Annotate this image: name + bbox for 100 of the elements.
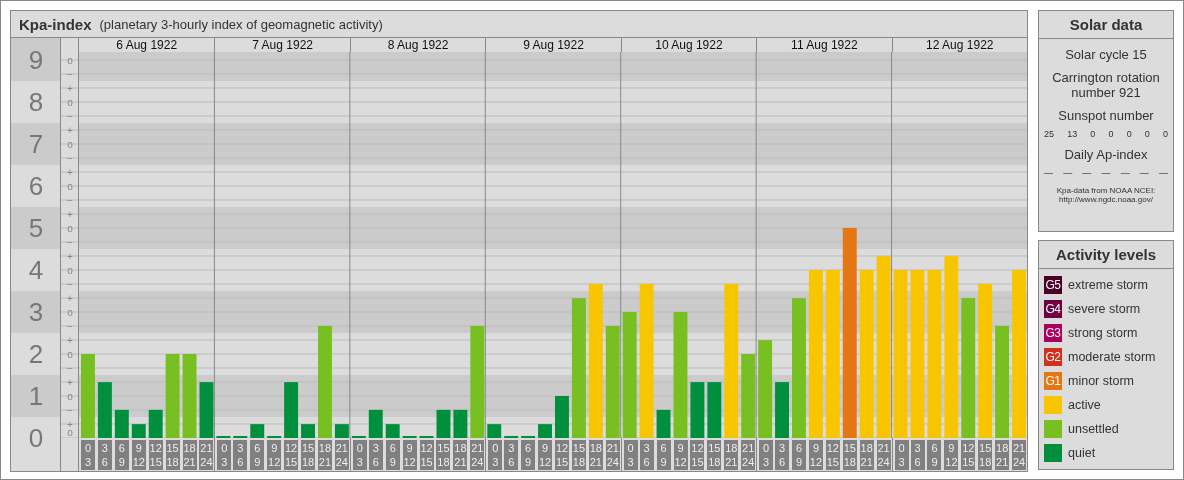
time-slot-label: 15 18	[436, 440, 451, 470]
time-slot-label: 18 21	[588, 440, 603, 470]
time-slot-label: 0 3	[81, 440, 95, 470]
time-slot-label: 0 3	[488, 440, 503, 470]
kp-bar	[656, 409, 671, 438]
time-slot-label: 15 18	[978, 440, 993, 470]
y-tick-label: 6	[28, 171, 44, 201]
storm-level-badge: G5	[1044, 276, 1062, 294]
time-slot-label: 9 12	[131, 440, 146, 470]
time-slot-label: 9 12	[944, 440, 959, 470]
minor-tick-label: o	[67, 265, 73, 276]
axis-band	[11, 207, 61, 249]
storm-level-badge: G3	[1044, 324, 1062, 342]
time-slot-label: 21 24	[741, 440, 756, 470]
time-slot-label: 9 12	[808, 440, 823, 470]
time-slot-label: 6 9	[792, 440, 807, 470]
minor-tick-label: −	[67, 153, 73, 164]
kp-bar	[487, 424, 502, 438]
time-slot-label: 18 21	[724, 440, 739, 470]
kp-bar	[538, 424, 552, 438]
data-source-note: Kpa-data from NOAA NCEI: http://www.ngdc.noaa.gov/	[1055, 186, 1157, 204]
time-slot-label: 9 12	[402, 440, 417, 470]
kp-bar	[368, 409, 383, 438]
kp-bar	[250, 424, 265, 438]
chart-subtitle: (planetary 3-hourly index of geomagnetic activity)	[99, 16, 383, 32]
time-slot-label: 9 12	[673, 440, 688, 470]
time-slot-label: 0 3	[759, 440, 774, 470]
legend-label: extreme storm	[1068, 278, 1148, 292]
time-slot-label: 18 21	[859, 440, 874, 470]
axis-band	[11, 375, 61, 417]
storm-level-badge: G1	[1044, 372, 1062, 390]
minor-tick-label: o	[67, 391, 73, 402]
sunspot-value: 0	[1144, 129, 1150, 139]
time-slot-label: 12 15	[825, 440, 840, 470]
sunspot-value: 0	[1090, 129, 1096, 139]
panel-title: Solar data	[1039, 11, 1173, 39]
time-slot-label: 6 9	[656, 440, 671, 470]
y-tick-label: 0	[28, 423, 44, 453]
y-tick-label: 8	[28, 87, 44, 117]
time-slot-label: 21 24	[1012, 440, 1027, 470]
time-slot-label: 6 9	[927, 440, 942, 470]
y-tick-label: 3	[28, 297, 44, 327]
sunspot-value: 0	[1162, 129, 1168, 139]
time-slot-label: 3 6	[775, 440, 790, 470]
time-slot-label: 21 24	[605, 440, 620, 470]
minor-tick-label: o	[67, 55, 73, 66]
legend-label: active	[1068, 398, 1101, 412]
ap-index-value: —	[1139, 168, 1149, 178]
time-slot-label: 3 6	[639, 440, 654, 470]
minor-tick-label: +	[67, 293, 73, 304]
time-slot-label: 21 24	[334, 440, 349, 470]
legend-label: strong storm	[1068, 326, 1138, 340]
carrington-rotation: Carrington rotation number 921	[1051, 70, 1161, 100]
ap-index-value: —	[1044, 168, 1053, 178]
minor-tick-label: o	[67, 427, 73, 438]
minor-tick-label: o	[67, 181, 73, 192]
sunspot-value: 0	[1108, 129, 1114, 139]
minor-tick-label: o	[67, 139, 73, 150]
y-tick-label: 4	[28, 255, 44, 285]
ap-index-value: —	[1120, 168, 1130, 178]
kp-bar	[707, 382, 722, 438]
ap-index-value: —	[1063, 168, 1073, 178]
minor-tick-label: +	[67, 377, 73, 388]
time-slot-label: 21 24	[199, 440, 214, 470]
minor-tick-label: o	[67, 223, 73, 234]
time-slot-label: 21 24	[876, 440, 891, 470]
time-slot-label: 3 6	[97, 440, 112, 470]
minor-tick-label: −	[67, 279, 73, 290]
minor-tick-label: −	[67, 195, 73, 206]
minor-tick-label: −	[67, 237, 73, 248]
minor-tick-label: +	[67, 419, 73, 430]
time-slot-label: 6 9	[250, 440, 265, 470]
time-slot-label: 3 6	[910, 440, 925, 470]
time-slot-label: 6 9	[521, 440, 536, 470]
time-slot-label: 3 6	[368, 440, 383, 470]
axis-band	[11, 123, 61, 165]
time-slot-label: 12 15	[419, 440, 434, 470]
time-slot-label: 18 21	[182, 440, 197, 470]
time-slot-label: 18 21	[317, 440, 332, 470]
legend-label: minor storm	[1068, 374, 1134, 388]
minor-tick-label: +	[67, 167, 73, 178]
y-tick-label: 5	[28, 213, 44, 243]
chart-title: Kpa-index	[19, 15, 92, 33]
time-slot-label: 3 6	[233, 440, 248, 470]
minor-tick-label: −	[67, 405, 73, 416]
storm-level-badge: G4	[1044, 300, 1062, 318]
time-slot-label: 6 9	[114, 440, 129, 470]
kp-bar	[199, 382, 214, 438]
legend-label: unsettled	[1068, 422, 1119, 436]
time-slot-label: 0 3	[217, 440, 232, 470]
sunspot-label: Sunspot number	[1057, 108, 1155, 123]
time-slot-label: 15 18	[165, 440, 180, 470]
time-slot-label: 15 18	[842, 440, 857, 470]
storm-level-badge: G2	[1044, 348, 1062, 366]
minor-tick-label: o	[67, 307, 73, 318]
kp-bar	[436, 409, 451, 438]
sunspot-value: 25	[1044, 129, 1054, 139]
time-slot-label: 0 3	[352, 440, 367, 470]
kp-bar	[301, 424, 315, 438]
time-slot-label: 9 12	[538, 440, 553, 470]
